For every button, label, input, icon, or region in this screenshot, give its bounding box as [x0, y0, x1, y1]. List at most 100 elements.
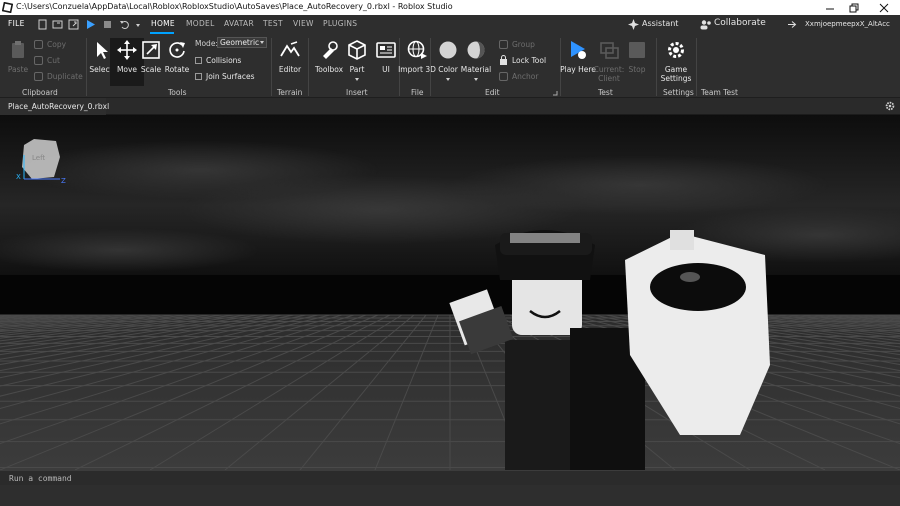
ui-icon: [376, 42, 396, 58]
lock-icon: [500, 55, 507, 65]
copy-button[interactable]: Copy: [34, 38, 66, 50]
maximize-button[interactable]: [840, 0, 868, 15]
cut-label: Cut: [47, 55, 60, 65]
copy-icon: [34, 39, 43, 49]
collisions-checkbox[interactable]: [195, 56, 202, 64]
command-bar: [0, 470, 900, 485]
status-bar: [0, 485, 900, 506]
open-file-icon: [52, 20, 63, 29]
duplicate-icon: [34, 71, 43, 81]
stop-button[interactable]: Stop: [620, 38, 654, 86]
file-menu[interactable]: FILE: [8, 19, 25, 28]
chevron-down-icon: [260, 41, 264, 44]
ui-button[interactable]: UI: [369, 38, 403, 86]
view-cube-axis-z: Z: [61, 177, 66, 185]
publish-button[interactable]: [67, 18, 80, 31]
scale-icon: [142, 41, 160, 59]
document-tab[interactable]: Place_AutoRecovery_0.rbxl: [0, 98, 109, 115]
chevron-down-icon: [136, 24, 140, 27]
tab-model[interactable]: MODEL: [186, 19, 215, 28]
cut-icon: [34, 55, 43, 65]
assistant-button[interactable]: Assistant: [642, 19, 678, 28]
menu-tab-bar: FILE HOME MODEL AVATAR TEST VIEW PLUGINS…: [0, 15, 900, 34]
chevron-down-icon: [446, 78, 450, 81]
collisions-toggle[interactable]: Collisions: [195, 54, 241, 66]
new-file-button[interactable]: [36, 18, 49, 31]
settings-group-label: Settings: [663, 88, 694, 97]
close-icon: [879, 3, 889, 12]
color-swatch-icon: [439, 41, 457, 59]
3d-viewport[interactable]: Left X Z: [0, 115, 900, 470]
team-test-group-label: Team Test: [701, 88, 738, 97]
duplicate-button[interactable]: Duplicate: [34, 70, 83, 82]
collaborate-icon: [700, 20, 711, 30]
collaborate-icon-wrap: [699, 18, 712, 31]
minimize-icon: [826, 8, 834, 9]
group-label: Group: [512, 39, 535, 49]
collaborate-button[interactable]: Collaborate: [714, 18, 766, 28]
home-ribbon: Paste Copy Cut Duplicate Clipboard Selec…: [0, 34, 900, 98]
user-account[interactable]: XxmjoepmeepxX_AltAcc: [805, 20, 890, 28]
undo-button[interactable]: [118, 18, 131, 31]
tools-group-label: Tools: [168, 88, 187, 97]
command-input[interactable]: [9, 472, 889, 484]
assistant-icon-wrap: [627, 18, 640, 31]
anchor-button[interactable]: Anchor: [499, 70, 538, 82]
group-button[interactable]: Group: [499, 38, 535, 50]
part-cube-icon: [348, 40, 366, 60]
window-title-bar: C:\Users\Conzuela\AppData\Local\Roblox\R…: [0, 0, 900, 15]
insert-group-label: Insert: [346, 88, 368, 97]
import-3d-globe-icon: [407, 40, 427, 59]
clipboard-group-label: Clipboard: [22, 88, 58, 97]
tab-test[interactable]: TEST: [263, 19, 283, 28]
tab-view[interactable]: VIEW: [293, 19, 314, 28]
mode-label: Mode:: [195, 39, 218, 48]
gear-icon: [668, 42, 684, 58]
anchor-label: Anchor: [512, 71, 539, 81]
terrain-editor-icon: [280, 41, 300, 57]
close-button[interactable]: [870, 0, 898, 15]
publish-icon: [68, 19, 79, 30]
file-group-label: File: [411, 88, 424, 97]
play-here-icon: [571, 41, 586, 59]
share-button[interactable]: [786, 18, 799, 31]
view-cube-face-label: Left: [32, 154, 45, 162]
client-window-icon: [600, 42, 619, 59]
view-cube-axis-x: X: [16, 173, 21, 181]
open-file-button[interactable]: [51, 18, 64, 31]
mode-dropdown[interactable]: Geometric: [217, 37, 267, 48]
undo-icon: [120, 21, 129, 29]
ribbon-divider: [696, 38, 697, 96]
share-icon: [788, 21, 797, 28]
chevron-down-icon: [474, 78, 478, 81]
game-settings-label: Game Settings: [660, 65, 692, 83]
gear-icon[interactable]: [885, 101, 895, 111]
expand-ribbon-icon[interactable]: [552, 90, 558, 96]
import-3d-button[interactable]: Import 3D: [398, 38, 436, 86]
stop-label: Stop: [628, 65, 646, 74]
join-surfaces-toggle[interactable]: Join Surfaces: [195, 70, 255, 82]
window-title: C:\Users\Conzuela\AppData\Local\Roblox\R…: [16, 2, 453, 11]
group-icon: [499, 39, 508, 49]
lock-tool-label: Lock Tool: [512, 55, 547, 65]
rotate-label: Rotate: [164, 65, 190, 74]
join-surfaces-checkbox[interactable]: [195, 72, 202, 80]
game-settings-button[interactable]: Game Settings: [659, 38, 693, 86]
lock-tool-button[interactable]: Lock Tool: [499, 54, 546, 66]
material-button[interactable]: Material: [459, 38, 493, 86]
cut-button[interactable]: Cut: [34, 54, 60, 66]
paste-button[interactable]: Paste: [1, 38, 35, 86]
tab-home[interactable]: HOME: [151, 19, 175, 28]
tab-avatar[interactable]: AVATAR: [224, 19, 254, 28]
document-tab-strip: Place_AutoRecovery_0.rbxl: [0, 98, 900, 115]
rotate-tool-button[interactable]: Rotate: [160, 38, 194, 86]
mode-value: Geometric: [220, 38, 260, 47]
material-sphere-icon: [467, 41, 485, 59]
terrain-editor-button[interactable]: Editor: [273, 38, 307, 86]
quick-stop-button[interactable]: [101, 18, 114, 31]
quick-play-button[interactable]: [84, 18, 97, 31]
tab-plugins[interactable]: PLUGINS: [323, 19, 357, 28]
quick-access-dropdown[interactable]: [132, 18, 145, 31]
rotate-icon: [169, 42, 185, 58]
material-label: Material: [460, 65, 492, 74]
